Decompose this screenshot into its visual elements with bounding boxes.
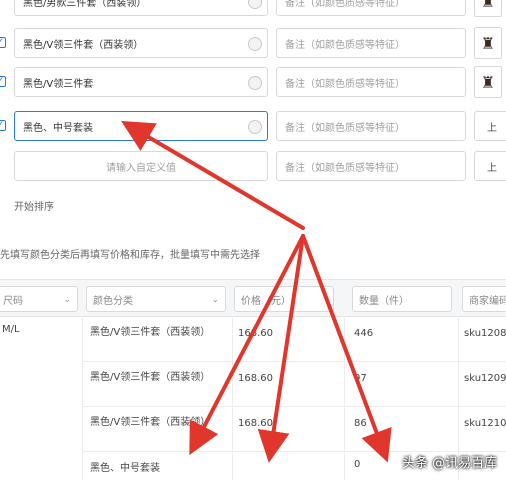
arrow-to-focused-input	[121, 120, 305, 230]
arrow-to-stock-cell	[301, 234, 392, 463]
annotation-arrows	[121, 120, 392, 463]
watermark: 头条 @讯易百库	[402, 452, 497, 471]
watermark-text: 头条 @讯易百库	[402, 456, 498, 471]
